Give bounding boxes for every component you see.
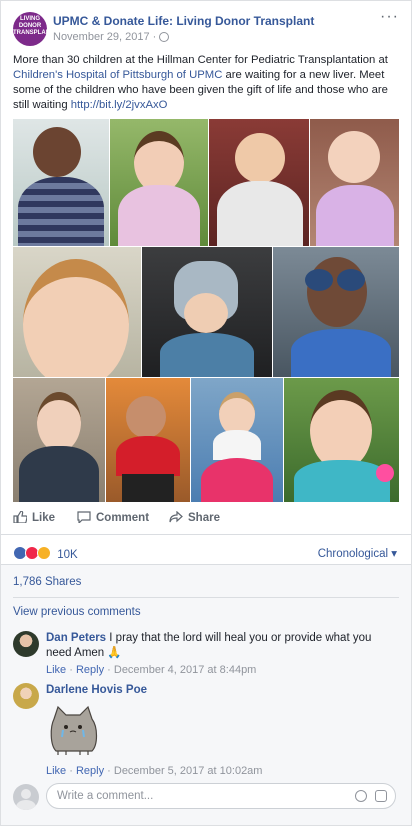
comment-icon — [77, 511, 91, 523]
page-avatar[interactable]: LIVING DONOR TRANSPLANT — [13, 12, 47, 46]
emoji-icon[interactable] — [355, 790, 367, 802]
pusheen-cat-sticker[interactable] — [46, 701, 102, 757]
comment-timestamp[interactable]: December 4, 2017 at 8:44pm — [114, 664, 256, 676]
hospital-link[interactable]: Children's Hospital of Pittsburgh of UPM… — [13, 69, 222, 81]
child-photo[interactable] — [273, 247, 399, 377]
child-photo[interactable] — [142, 247, 272, 377]
comment-sort-dropdown[interactable]: Chronological ▾ — [318, 546, 397, 560]
child-photo[interactable] — [209, 119, 309, 246]
comment-reply-link[interactable]: Reply — [76, 664, 104, 676]
post-card: LIVING DONOR TRANSPLANT UPMC & Donate Li… — [0, 0, 412, 826]
globe-icon — [159, 32, 170, 43]
comment-label: Comment — [96, 512, 150, 524]
comment-meta: Like · Reply · December 4, 2017 at 8:44p… — [46, 664, 257, 676]
comment-like-link[interactable]: Like — [46, 765, 66, 777]
comment-reply-link[interactable]: Reply — [76, 765, 104, 777]
current-user-avatar[interactable] — [13, 784, 39, 810]
commenter-name[interactable]: Darlene Hovis Poe — [46, 684, 147, 696]
more-options-icon[interactable]: ··· — [380, 9, 399, 25]
child-photo[interactable] — [284, 378, 399, 502]
share-button[interactable]: Share — [169, 511, 220, 524]
post-text: More than 30 children at the Hillman Cen… — [13, 53, 403, 113]
comment-composer: Write a comment... — [13, 783, 403, 811]
page-avatar-text: LIVING DONOR TRANSPLANT — [13, 16, 47, 36]
comment-input[interactable]: Write a comment... — [46, 783, 396, 809]
comment-item: Dan Peters I pray that the lord will hea… — [13, 631, 403, 678]
child-photo[interactable] — [191, 378, 283, 502]
comment-button[interactable]: Comment — [77, 511, 149, 524]
child-photo[interactable] — [13, 119, 109, 246]
comment-body: Dan Peters I pray that the lord will hea… — [46, 631, 396, 678]
post-text-part-1: More than 30 children at the Hillman Cen… — [13, 54, 388, 66]
commenter-name[interactable]: Dan Peters — [46, 632, 106, 644]
child-photo[interactable] — [13, 378, 105, 502]
child-photo[interactable] — [106, 378, 190, 502]
commenter-avatar[interactable] — [13, 683, 39, 709]
comment-meta: Like · Reply · December 5, 2017 at 10:02… — [46, 765, 263, 777]
post-header: LIVING DONOR TRANSPLANT UPMC & Donate Li… — [13, 9, 399, 48]
divider — [13, 597, 399, 598]
share-icon — [169, 511, 183, 523]
sad-icon — [37, 546, 51, 560]
view-previous-comments-link[interactable]: View previous comments — [13, 606, 141, 618]
shares-count-link[interactable]: 1,786 Shares — [13, 576, 81, 588]
post-url-link[interactable]: http://bit.ly/2jvxAxO — [71, 99, 168, 111]
like-button[interactable]: Like — [13, 511, 55, 524]
divider — [1, 534, 411, 535]
child-photo[interactable] — [110, 119, 208, 246]
like-label: Like — [32, 512, 56, 524]
child-photo[interactable] — [310, 119, 399, 246]
divider — [1, 564, 411, 565]
comment-timestamp[interactable]: December 5, 2017 at 10:02am — [114, 765, 263, 777]
commenter-avatar[interactable] — [13, 631, 39, 657]
child-photo[interactable] — [13, 247, 141, 377]
post-timestamp[interactable]: November 29, 2017 · — [53, 31, 170, 43]
share-label: Share — [188, 512, 220, 524]
post-actions: Like Comment Share — [1, 507, 411, 531]
reaction-summary[interactable]: 10K — [13, 546, 78, 561]
photo-collage[interactable] — [13, 119, 399, 502]
comment-item: Darlene Hovis Poe Like · Reply · Decembe… — [13, 683, 403, 779]
page-name-link[interactable]: UPMC & Donate Life: Living Donor Transpl… — [53, 14, 314, 28]
comment-body: Darlene Hovis Poe — [46, 683, 396, 698]
comment-like-link[interactable]: Like — [46, 664, 66, 676]
sticker-icon[interactable] — [375, 790, 387, 802]
reaction-count: 10K — [57, 549, 78, 561]
thumbs-up-icon — [13, 511, 27, 523]
post-date-text: November 29, 2017 · — [53, 31, 157, 43]
comment-input-placeholder: Write a comment... — [57, 790, 154, 802]
